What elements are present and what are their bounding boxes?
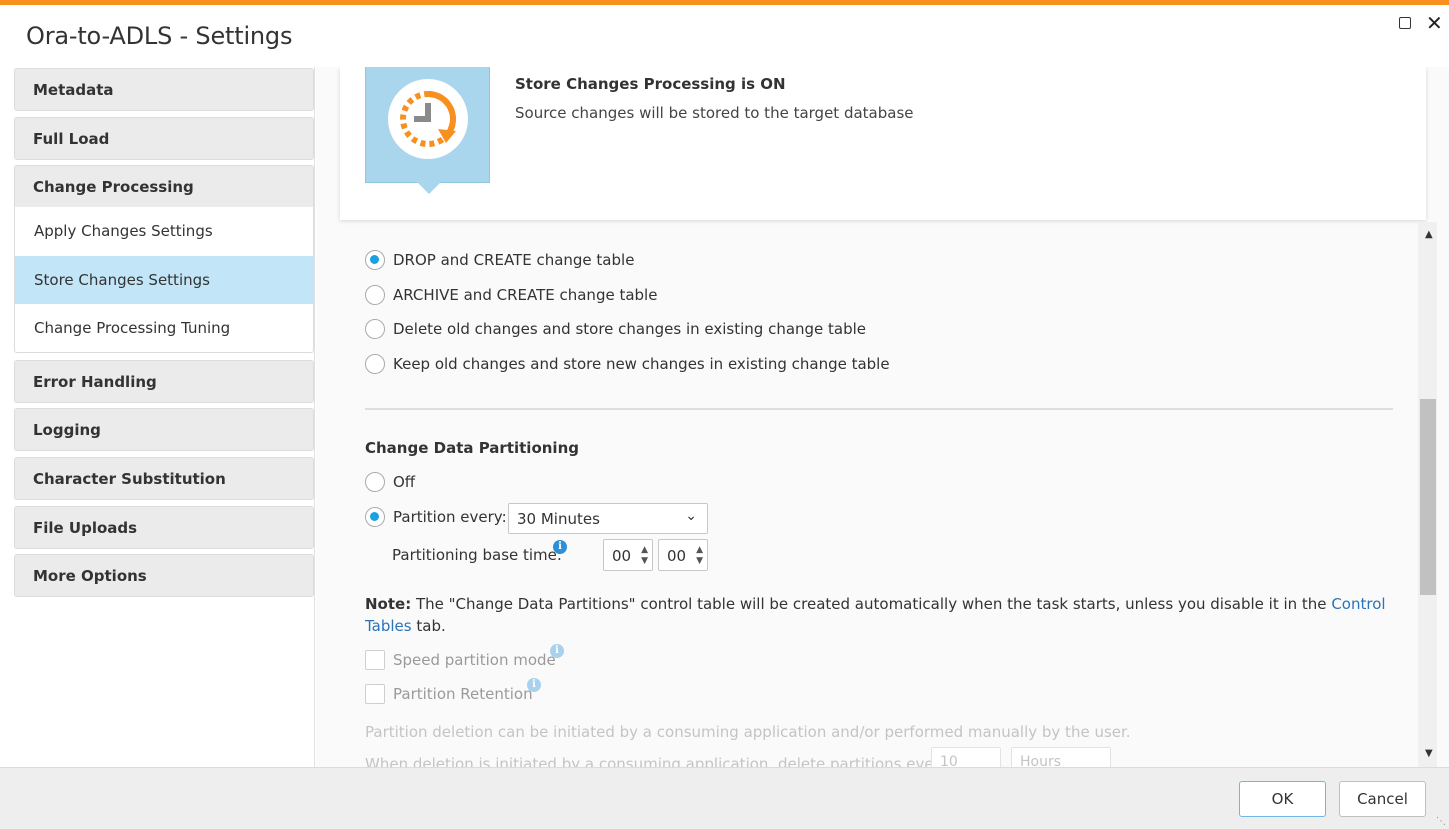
- retention-description: Partition deletion can be initiated by a…: [365, 723, 1131, 741]
- base-time-minutes-spinner[interactable]: 00 ▲ ▼: [658, 539, 708, 571]
- control-table-note: Note: The "Change Data Partitions" contr…: [365, 593, 1395, 637]
- radio-label: ARCHIVE and CREATE change table: [393, 286, 658, 304]
- info-title: Store Changes Processing is ON: [515, 75, 786, 93]
- close-icon[interactable]: ✕: [1426, 11, 1443, 35]
- info-icon-box: [365, 67, 490, 183]
- maximize-icon[interactable]: [1399, 17, 1411, 29]
- info-icon[interactable]: i: [550, 644, 564, 658]
- note-suffix: tab.: [416, 617, 446, 635]
- note-text: The "Change Data Partitions" control tab…: [415, 595, 1327, 613]
- radio-label: DROP and CREATE change table: [393, 251, 635, 269]
- radio-label: Partition every:: [393, 508, 507, 526]
- store-changes-clock-icon: [388, 79, 468, 159]
- radio-label: Delete old changes and store changes in …: [393, 320, 867, 338]
- spinner-down-icon[interactable]: ▼: [696, 557, 703, 566]
- checkbox[interactable]: [365, 650, 385, 670]
- settings-content: Store Changes Processing is ON Source ch…: [316, 67, 1449, 767]
- checkbox-label: Speed partition mode: [393, 651, 556, 669]
- base-time-hours-spinner[interactable]: 00 ▲ ▼: [603, 539, 653, 571]
- window-accent-bar: [0, 0, 1449, 5]
- sidebar-item-full-load[interactable]: Full Load: [14, 117, 314, 160]
- retention-interval-spinner[interactable]: 10: [931, 747, 1001, 767]
- sidebar-item-more-options[interactable]: More Options: [14, 554, 314, 597]
- sidebar-item-file-uploads[interactable]: File Uploads: [14, 506, 314, 549]
- scrollbar-thumb[interactable]: [1420, 399, 1436, 595]
- window-title: Ora-to-ADLS - Settings: [26, 22, 293, 50]
- radio-partition-off[interactable]: Off: [365, 472, 415, 492]
- sidebar-item-character-substitution[interactable]: Character Substitution: [14, 457, 314, 500]
- sidebar-subitem-apply-changes[interactable]: Apply Changes Settings: [15, 207, 313, 255]
- radio-archive-and-create[interactable]: ARCHIVE and CREATE change table: [365, 285, 657, 305]
- spinner-down-icon[interactable]: ▼: [641, 557, 648, 566]
- info-icon[interactable]: i: [553, 540, 567, 554]
- select-value: 30 Minutes: [517, 510, 600, 528]
- radio-partition-every[interactable]: Partition every:: [365, 507, 507, 527]
- store-changes-info-card: Store Changes Processing is ON Source ch…: [340, 67, 1426, 220]
- dialog-footer: [0, 767, 1449, 829]
- checkbox[interactable]: [365, 684, 385, 704]
- sidebar-subitem-store-changes[interactable]: Store Changes Settings: [15, 256, 313, 304]
- scroll-up-icon[interactable]: ▲: [1425, 229, 1433, 240]
- chevron-down-icon: ⌄: [685, 508, 697, 524]
- spinner-up-icon[interactable]: ▲: [696, 546, 703, 555]
- radio-button[interactable]: [365, 354, 385, 374]
- checkbox-partition-retention[interactable]: Partition Retention: [365, 684, 533, 704]
- cancel-button[interactable]: Cancel: [1339, 781, 1426, 817]
- sidebar-item-error-handling[interactable]: Error Handling: [14, 360, 314, 403]
- info-icon-pointer: [417, 182, 441, 194]
- note-label: Note:: [365, 595, 412, 613]
- resize-grip-icon[interactable]: ⋱: [1436, 816, 1446, 827]
- radio-label: Off: [393, 473, 416, 491]
- radio-delete-old-changes[interactable]: Delete old changes and store changes in …: [365, 319, 866, 339]
- spinner-up-icon[interactable]: ▲: [641, 546, 648, 555]
- ok-button[interactable]: OK: [1239, 781, 1326, 817]
- checkbox-label: Partition Retention: [393, 685, 533, 703]
- spinner-value: 00: [612, 547, 632, 565]
- retention-unit-select[interactable]: Hours: [1011, 747, 1111, 767]
- spinner-value: 00: [667, 547, 687, 565]
- scroll-down-icon[interactable]: ▼: [1425, 748, 1433, 759]
- radio-drop-and-create[interactable]: DROP and CREATE change table: [365, 250, 634, 270]
- radio-button[interactable]: [365, 285, 385, 305]
- change-processing-submenu: Apply Changes Settings Store Changes Set…: [14, 207, 314, 353]
- info-description: Source changes will be stored to the tar…: [515, 104, 914, 122]
- sidebar-subitem-change-processing-tuning[interactable]: Change Processing Tuning: [15, 304, 313, 352]
- sidebar-item-logging[interactable]: Logging: [14, 408, 314, 451]
- settings-sidebar: Metadata Full Load Change Processing App…: [0, 67, 315, 767]
- radio-button[interactable]: [365, 319, 385, 339]
- sidebar-item-metadata[interactable]: Metadata: [14, 68, 314, 111]
- section-divider: [365, 408, 1393, 410]
- radio-button[interactable]: [365, 507, 385, 527]
- retention-delete-interval-label: When deletion is initiated by a consumin…: [365, 755, 953, 767]
- partition-interval-select[interactable]: 30 Minutes ⌄: [508, 503, 708, 534]
- radio-label: Keep old changes and store new changes i…: [393, 355, 890, 373]
- partitioning-section-title: Change Data Partitioning: [365, 439, 579, 457]
- radio-keep-old-changes[interactable]: Keep old changes and store new changes i…: [365, 354, 890, 374]
- radio-button[interactable]: [365, 250, 385, 270]
- radio-button[interactable]: [365, 472, 385, 492]
- partitioning-base-time-label: Partitioning base time:: [392, 546, 562, 564]
- checkbox-speed-partition-mode[interactable]: Speed partition mode: [365, 650, 556, 670]
- info-icon[interactable]: i: [527, 678, 541, 692]
- sidebar-item-change-processing[interactable]: Change Processing: [14, 165, 314, 208]
